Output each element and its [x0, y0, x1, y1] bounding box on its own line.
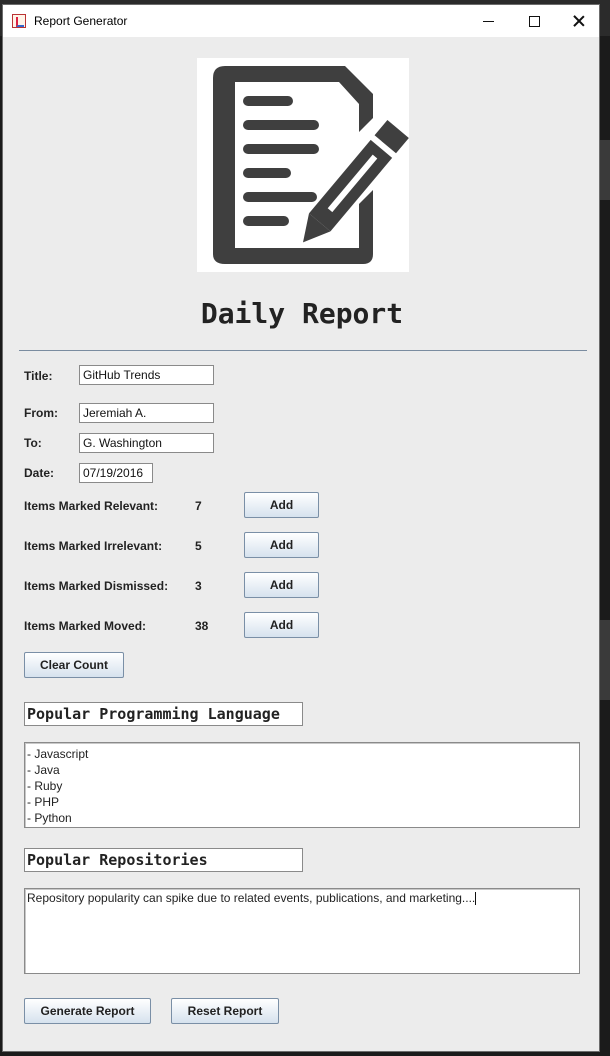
reset-report-button[interactable]: Reset Report [171, 998, 279, 1024]
list-item: - Java [27, 763, 60, 777]
title-input[interactable] [79, 365, 214, 385]
list-item: - Ruby [27, 779, 63, 793]
dismissed-label: Items Marked Dismissed: [24, 579, 169, 593]
clear-count-button[interactable]: Clear Count [24, 652, 124, 678]
add-relevant-button[interactable]: Add [244, 492, 319, 518]
close-button[interactable] [556, 5, 602, 37]
dismissed-count: 3 [195, 579, 202, 593]
list-item: - Python [27, 811, 72, 825]
repositories-text: Repository popularity can spike due to r… [27, 891, 476, 905]
minimize-button[interactable] [465, 5, 511, 37]
report-generator-window: Report Generator Daily Report Title: Fro… [2, 4, 600, 1052]
maximize-button[interactable] [511, 5, 557, 37]
to-label: To: [24, 436, 42, 450]
add-irrelevant-button[interactable]: Add [244, 532, 319, 558]
relevant-label: Items Marked Relevant: [24, 499, 159, 513]
title-label: Title: [24, 369, 53, 383]
from-input[interactable] [79, 403, 214, 423]
from-label: From: [24, 406, 58, 420]
maximize-icon [528, 15, 540, 27]
list-item: - PHP [27, 795, 60, 809]
desktop-background-strip [600, 140, 610, 200]
languages-list-area[interactable]: - Javascript - Java - Ruby - PHP - Pytho… [24, 742, 580, 828]
relevant-count: 7 [195, 499, 202, 513]
add-moved-button[interactable]: Add [244, 612, 319, 638]
add-dismissed-button[interactable]: Add [244, 572, 319, 598]
irrelevant-count: 5 [195, 539, 202, 553]
close-icon [573, 15, 585, 27]
repositories-text-area[interactable]: Repository popularity can spike due to r… [24, 888, 580, 974]
window-title: Report Generator [34, 14, 128, 28]
repositories-heading-field[interactable]: Popular Repositories [24, 848, 303, 872]
date-label: Date: [24, 466, 55, 480]
title-bar[interactable]: Report Generator [3, 5, 599, 37]
irrelevant-label: Items Marked Irrelevant: [24, 539, 163, 553]
page-title: Daily Report [200, 297, 404, 330]
text-caret [475, 892, 477, 906]
moved-label: Items Marked Moved: [24, 619, 147, 633]
minimize-icon [482, 20, 494, 22]
document-pencil-icon [213, 66, 409, 264]
desktop-background-strip [600, 620, 610, 700]
report-logo [197, 58, 409, 272]
title-separator [19, 350, 587, 351]
languages-heading-field[interactable]: Popular Programming Language [24, 702, 303, 726]
moved-count: 38 [195, 619, 209, 633]
date-input[interactable] [79, 463, 153, 483]
generate-report-button[interactable]: Generate Report [24, 998, 151, 1024]
to-input[interactable] [79, 433, 214, 453]
list-item: - Javascript [27, 747, 89, 761]
java-app-icon [12, 14, 26, 28]
